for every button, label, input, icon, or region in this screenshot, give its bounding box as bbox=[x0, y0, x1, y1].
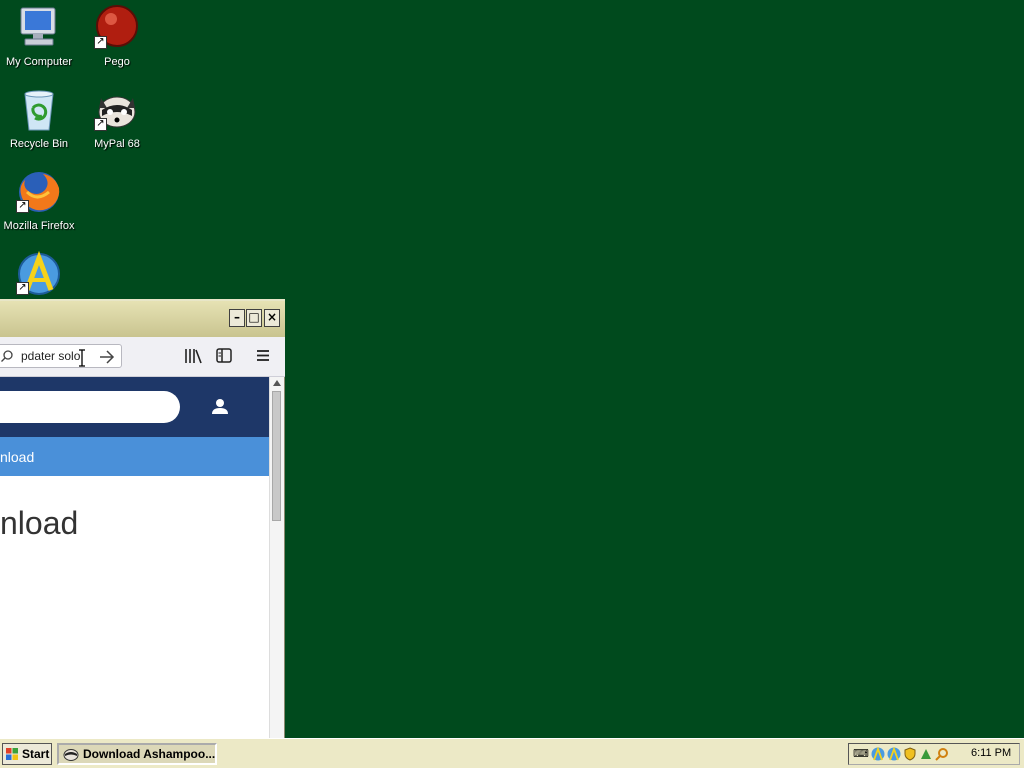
page-heading: nload bbox=[0, 505, 79, 541]
browser-toolbar: pdater solo bbox=[0, 337, 285, 377]
shortcut-arrow-icon: ↗ bbox=[16, 200, 29, 213]
desktop-icon-label: Pego bbox=[104, 56, 130, 68]
site-search-input[interactable] bbox=[0, 391, 180, 423]
shield-icon[interactable] bbox=[903, 747, 917, 761]
windows-flag-icon bbox=[6, 748, 18, 760]
hamburger-menu-icon[interactable] bbox=[256, 349, 270, 362]
maximize-button[interactable]: □ bbox=[246, 309, 262, 327]
sidebar-icon[interactable] bbox=[216, 348, 232, 363]
desktop-icon-label: Mozilla Firefox bbox=[3, 220, 75, 232]
mypal-icon bbox=[63, 749, 79, 761]
user-icon[interactable] bbox=[210, 397, 230, 415]
close-button[interactable]: × bbox=[264, 309, 280, 327]
scrollbar-thumb[interactable] bbox=[272, 391, 281, 521]
system-tray: ⌨ 6:11 PM bbox=[848, 743, 1020, 765]
text-cursor-icon bbox=[79, 349, 85, 367]
taskbar: Start Download Ashampoo... ⌨ 6:11 PM bbox=[0, 738, 1024, 768]
desktop-icon-recycle-bin[interactable]: Recycle Bin bbox=[0, 84, 78, 164]
clock[interactable]: 6:11 PM bbox=[971, 747, 1011, 759]
site-nav-bar[interactable]: nload bbox=[0, 437, 269, 476]
minimize-button[interactable]: – bbox=[229, 309, 245, 327]
taskbar-button-label: Download Ashampoo... bbox=[83, 747, 216, 761]
arrow-right-icon[interactable] bbox=[99, 350, 115, 364]
green-tray-icon[interactable] bbox=[919, 747, 933, 761]
library-icon[interactable] bbox=[184, 348, 202, 364]
site-header bbox=[0, 377, 269, 437]
desktop-icon-pego[interactable]: ↗ Pego bbox=[78, 2, 156, 82]
shortcut-arrow-icon: ↗ bbox=[94, 36, 107, 49]
ashampoo-tray-icon-2[interactable] bbox=[887, 747, 901, 761]
browser-window[interactable]: – □ × pdater solo nload nload bbox=[0, 299, 285, 738]
window-titlebar[interactable]: – □ × bbox=[0, 299, 285, 337]
computer-icon bbox=[20, 7, 56, 46]
shortcut-arrow-icon: ↗ bbox=[94, 118, 107, 131]
desktop-icon-firefox[interactable]: ↗ Mozilla Firefox bbox=[0, 166, 78, 246]
search-tray-icon[interactable] bbox=[935, 747, 949, 761]
start-button[interactable]: Start bbox=[2, 743, 52, 765]
ashampoo-tray-icon[interactable] bbox=[871, 747, 885, 761]
desktop-icon-my-computer[interactable]: My Computer bbox=[0, 2, 78, 82]
desktop-icon-label: MyPal 68 bbox=[94, 138, 140, 150]
keyboard-icon[interactable]: ⌨ bbox=[853, 747, 869, 761]
nav-link[interactable]: nload bbox=[0, 449, 34, 465]
address-bar-text[interactable]: pdater solo bbox=[21, 349, 80, 363]
scroll-up-arrow-icon[interactable] bbox=[273, 380, 281, 386]
recycle-bin-icon bbox=[24, 90, 54, 131]
magnifier-icon bbox=[1, 350, 13, 362]
address-bar[interactable]: pdater solo bbox=[0, 344, 122, 368]
taskbar-button-browser[interactable]: Download Ashampoo... bbox=[57, 743, 217, 765]
shortcut-arrow-icon: ↗ bbox=[16, 282, 29, 295]
start-label: Start bbox=[22, 747, 50, 761]
web-page[interactable]: nload nload bbox=[0, 377, 269, 738]
vertical-scrollbar[interactable] bbox=[269, 377, 284, 738]
desktop-icon-mypal[interactable]: ↗ MyPal 68 bbox=[78, 84, 156, 164]
